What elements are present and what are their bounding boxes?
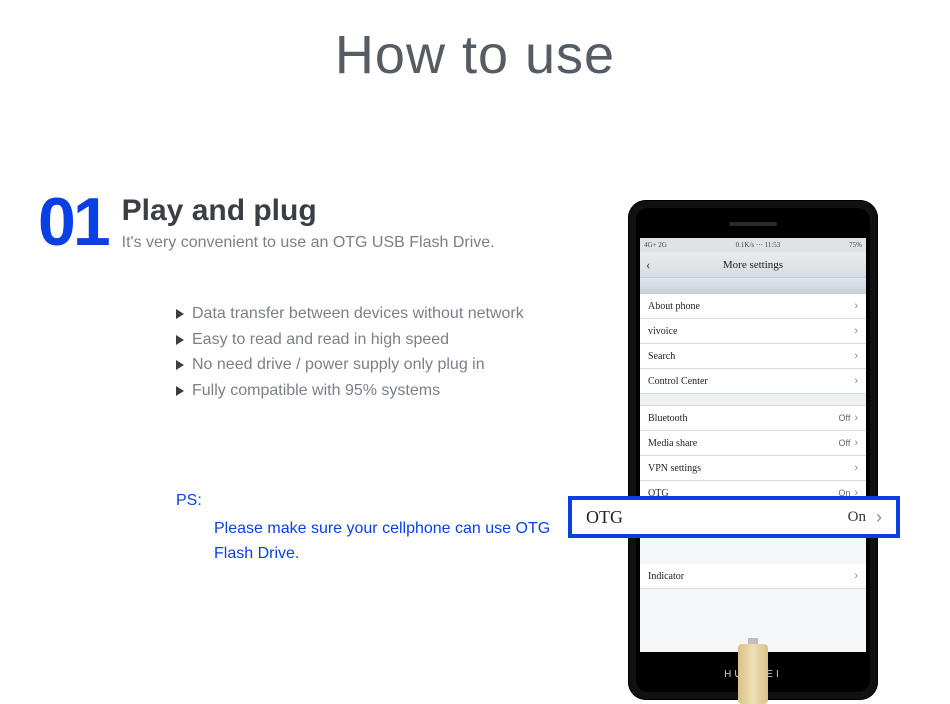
list-item: Fully compatible with 95% systems <box>176 378 598 404</box>
page-title: How to use <box>0 24 950 86</box>
row-label: Search <box>648 351 675 362</box>
settings-row-media-share[interactable]: Media share Off › <box>640 431 866 456</box>
triangle-icon <box>176 309 184 319</box>
settings-row-indicator[interactable]: Indicator › <box>640 564 866 589</box>
status-left: 4G+ 2G <box>644 241 667 249</box>
row-label: Indicator <box>648 571 684 582</box>
otg-connector <box>738 644 768 704</box>
settings-row-about-phone[interactable]: About phone › <box>640 294 866 319</box>
row-label: VPN settings <box>648 463 701 474</box>
row-value: Off <box>838 438 850 448</box>
settings-row-vivoice[interactable]: vivoice › <box>640 319 866 344</box>
chevron-right-icon: › <box>876 507 882 528</box>
callout-value: On <box>848 509 866 526</box>
row-label: Control Center <box>648 376 708 387</box>
step-section: 01 Play and plug It's very convenient to… <box>38 192 598 567</box>
back-icon[interactable]: ‹ <box>646 257 650 273</box>
settings-row-vpn[interactable]: VPN settings › <box>640 456 866 481</box>
settings-header: ‹ More settings <box>640 252 866 278</box>
chevron-right-icon: › <box>854 325 858 337</box>
chevron-right-icon: › <box>854 375 858 387</box>
row-label: Bluetooth <box>648 413 687 424</box>
chevron-right-icon: › <box>854 300 858 312</box>
ps-block: PS: Please make sure your cellphone can … <box>176 492 598 567</box>
bullet-list: Data transfer between devices without ne… <box>176 301 598 403</box>
bullet-text: No need drive / power supply only plug i… <box>192 352 485 378</box>
ps-label: PS: <box>176 492 598 510</box>
row-label: Media share <box>648 438 697 449</box>
row-label: vivoice <box>648 326 677 337</box>
settings-row-control-center[interactable]: Control Center › <box>640 369 866 394</box>
bullet-text: Easy to read and read in high speed <box>192 327 449 353</box>
step-heading: Play and plug <box>122 194 495 228</box>
chevron-right-icon: › <box>854 462 858 474</box>
settings-row-bluetooth[interactable]: Bluetooth Off › <box>640 406 866 431</box>
callout-label: OTG <box>586 507 623 528</box>
bullet-text: Data transfer between devices without ne… <box>192 301 524 327</box>
header-image <box>640 278 866 294</box>
status-bar: 4G+ 2G 0.1K/s ··· 11:53 75% <box>640 238 866 252</box>
phone-screen: 4G+ 2G 0.1K/s ··· 11:53 75% ‹ More setti… <box>640 238 866 652</box>
bullet-text: Fully compatible with 95% systems <box>192 378 440 404</box>
section-gap <box>640 394 866 406</box>
status-mid: 0.1K/s ··· 11:53 <box>736 241 781 249</box>
row-value: Off <box>838 413 850 423</box>
otg-callout: OTG On › <box>568 496 900 538</box>
status-right: 75% <box>849 241 862 249</box>
row-label: About phone <box>648 301 700 312</box>
settings-title: More settings <box>723 259 783 271</box>
triangle-icon <box>176 335 184 345</box>
chevron-right-icon: › <box>854 350 858 362</box>
list-item: Easy to read and read in high speed <box>176 327 598 353</box>
ps-text: Please make sure your cellphone can use … <box>214 516 574 567</box>
list-item: Data transfer between devices without ne… <box>176 301 598 327</box>
step-number: 01 <box>38 192 108 253</box>
triangle-icon <box>176 360 184 370</box>
earpiece <box>729 222 777 226</box>
chevron-right-icon: › <box>854 437 858 449</box>
triangle-icon <box>176 386 184 396</box>
chevron-right-icon: › <box>854 412 858 424</box>
step-subtitle: It's very convenient to use an OTG USB F… <box>122 234 495 252</box>
settings-row-search[interactable]: Search › <box>640 344 866 369</box>
list-item: No need drive / power supply only plug i… <box>176 352 598 378</box>
phone-mockup: 4G+ 2G 0.1K/s ··· 11:53 75% ‹ More setti… <box>628 200 878 700</box>
chevron-right-icon: › <box>854 570 858 582</box>
